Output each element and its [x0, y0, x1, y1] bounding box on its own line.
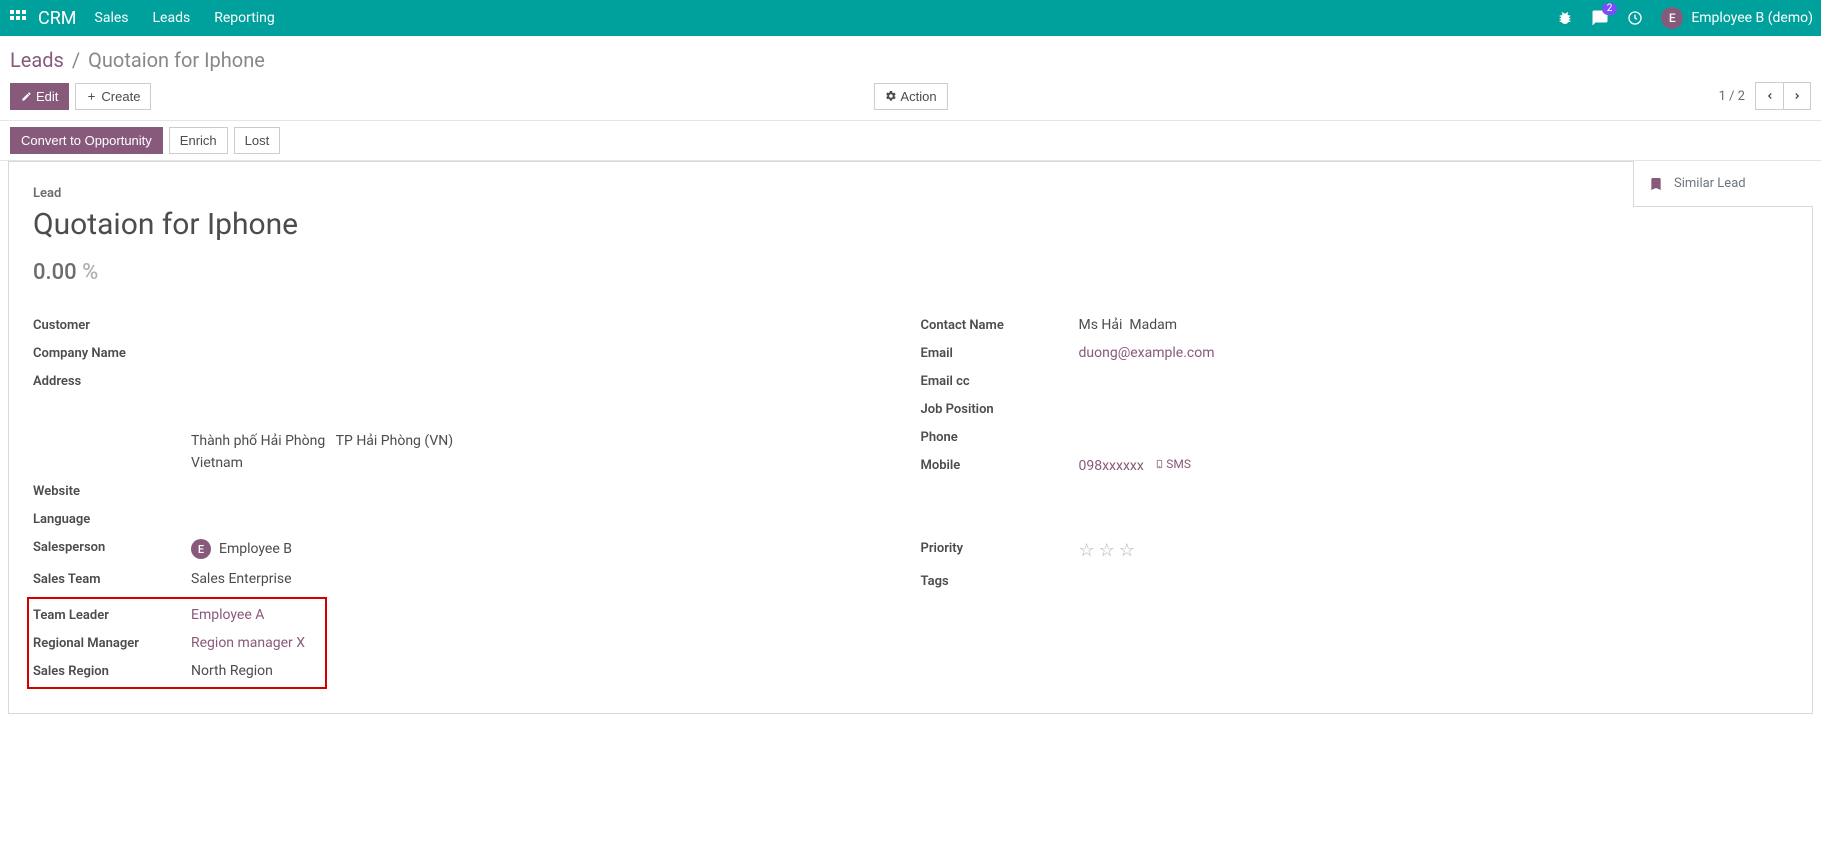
pager-prev[interactable]: [1755, 82, 1783, 110]
label-customer: Customer: [33, 317, 191, 333]
debug-icon[interactable]: [1557, 10, 1573, 26]
value-sales-region: North Region: [191, 663, 273, 679]
label-priority: Priority: [921, 540, 1079, 556]
user-menu[interactable]: E Employee B (demo): [1661, 7, 1813, 29]
menu-sales[interactable]: Sales: [95, 10, 129, 26]
messages-badge: 2: [1602, 3, 1618, 15]
label-contact-name: Contact Name: [921, 317, 1079, 333]
breadcrumb-sep: /: [72, 48, 80, 72]
label-team-leader: Team Leader: [33, 607, 191, 623]
form-sheet: Similar Lead Lead Quotaion for Iphone 0.…: [8, 161, 1813, 714]
menu-leads[interactable]: Leads: [153, 10, 191, 26]
pager[interactable]: 1 / 2: [1719, 89, 1745, 104]
breadcrumb-root[interactable]: Leads: [10, 48, 64, 72]
probability: 0.00 %: [33, 260, 1788, 285]
breadcrumb-current: Quotaion for Iphone: [88, 48, 265, 72]
enrich-button[interactable]: Enrich: [169, 127, 228, 154]
value-sales-team: Sales Enterprise: [191, 571, 292, 587]
convert-opportunity-button[interactable]: Convert to Opportunity: [10, 127, 163, 154]
right-column: Contact Name Ms Hải Madam Emailduong@exa…: [921, 311, 1789, 689]
edit-button[interactable]: Edit: [10, 83, 69, 110]
similar-lead-button[interactable]: Similar Lead: [1633, 161, 1813, 207]
value-email[interactable]: duong@example.com: [1079, 345, 1215, 361]
label-tags: Tags: [921, 573, 1079, 589]
lost-button[interactable]: Lost: [234, 127, 281, 154]
highlighted-region: Team LeaderEmployee A Regional ManagerRe…: [27, 597, 327, 689]
label-sales-team: Sales Team: [33, 571, 191, 587]
label-job-position: Job Position: [921, 401, 1079, 417]
action-button[interactable]: Action: [873, 83, 947, 110]
pager-next[interactable]: [1783, 82, 1811, 110]
messages-icon[interactable]: 2: [1591, 9, 1609, 27]
record-type-label: Lead: [33, 186, 1788, 201]
label-language: Language: [33, 511, 191, 527]
app-brand[interactable]: CRM: [38, 8, 77, 29]
left-column: Customer Company Name Address Thành phố …: [33, 311, 901, 689]
value-mobile: 098xxxxxx SMS: [1079, 457, 1192, 474]
value-contact-name: Ms Hải Madam: [1079, 317, 1178, 333]
star-2[interactable]: ☆: [1099, 540, 1115, 561]
control-panel: Edit Create Action 1 / 2: [0, 78, 1821, 120]
star-3[interactable]: ☆: [1119, 540, 1135, 561]
salesperson-avatar: E: [191, 539, 211, 559]
label-email-cc: Email cc: [921, 373, 1079, 389]
user-name: Employee B (demo): [1691, 10, 1813, 26]
value-regional-manager[interactable]: Region manager X: [191, 635, 305, 651]
label-company-name: Company Name: [33, 345, 191, 361]
statusbar: Convert to Opportunity Enrich Lost: [0, 120, 1821, 161]
breadcrumb: Leads / Quotaion for Iphone: [0, 36, 1821, 78]
value-priority: ☆ ☆ ☆: [1079, 540, 1135, 561]
label-website: Website: [33, 483, 191, 499]
button-box: Similar Lead: [1633, 161, 1813, 207]
bookmark-icon: [1648, 176, 1664, 192]
label-phone: Phone: [921, 429, 1079, 445]
activities-icon[interactable]: [1627, 10, 1643, 26]
top-navbar: CRM Sales Leads Reporting 2 E Employee B…: [0, 0, 1821, 36]
sms-link[interactable]: SMS: [1155, 457, 1191, 471]
main-menu: Sales Leads Reporting: [95, 10, 275, 26]
value-salesperson: E Employee B: [191, 539, 292, 559]
label-email: Email: [921, 345, 1079, 361]
user-avatar: E: [1661, 7, 1683, 29]
create-button[interactable]: Create: [75, 83, 151, 110]
label-mobile: Mobile: [921, 457, 1079, 473]
record-title: Quotaion for Iphone: [33, 207, 1788, 242]
value-team-leader[interactable]: Employee A: [191, 607, 264, 623]
menu-reporting[interactable]: Reporting: [214, 10, 275, 26]
label-sales-region: Sales Region: [33, 663, 191, 679]
label-salesperson: Salesperson: [33, 539, 191, 555]
apps-icon[interactable]: [8, 8, 28, 28]
value-address: Thành phố Hải Phòng TP Hải Phòng (VN) Vi…: [191, 433, 453, 471]
star-1[interactable]: ☆: [1079, 540, 1095, 561]
label-address: Address: [33, 373, 191, 389]
label-regional-manager: Regional Manager: [33, 635, 191, 651]
